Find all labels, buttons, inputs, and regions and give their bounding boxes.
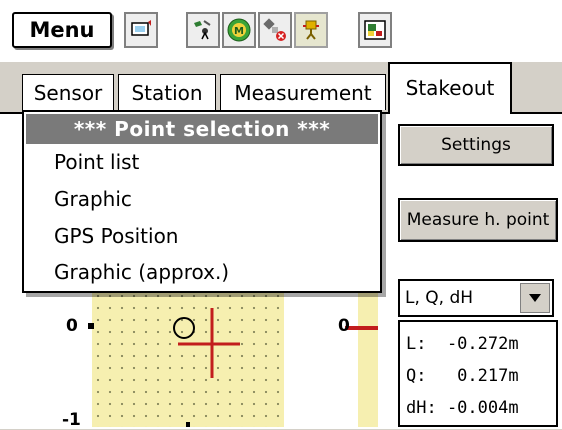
robot-icon[interactable] <box>294 12 328 48</box>
height-axis-label-0: 0 <box>338 316 350 336</box>
measure-h-point-button[interactable]: Measure h. point <box>398 198 558 242</box>
popup-title: *** Point selection *** <box>26 114 378 144</box>
settings-button[interactable]: Settings <box>398 124 554 166</box>
m-circle-icon[interactable]: M <box>222 12 256 48</box>
menu-item-point-list[interactable]: Point list <box>54 150 139 174</box>
point-selection-popup: *** Point selection *** Point list Graph… <box>22 110 382 293</box>
chevron-down-icon[interactable] <box>520 283 550 313</box>
tab-bar: Sensor Station Measurement Stakeout <box>0 62 562 114</box>
target-point-marker <box>173 317 195 339</box>
tab-sensor[interactable]: Sensor <box>22 74 114 110</box>
display-icon[interactable] <box>124 12 158 48</box>
toolbar: Menu M <box>0 0 562 63</box>
map-icon[interactable] <box>358 12 392 48</box>
tab-measurement[interactable]: Measurement <box>220 74 386 110</box>
tab-stakeout[interactable]: Stakeout <box>388 62 512 114</box>
readout-l: L: -0.272m <box>406 334 519 354</box>
svg-text:M: M <box>234 26 244 37</box>
menu-button[interactable]: Menu <box>12 12 112 48</box>
axis-tick-bottom <box>186 422 190 427</box>
readout-dh: dH: -0.004m <box>406 398 519 418</box>
tab-station[interactable]: Station <box>118 74 216 110</box>
satellite-icon[interactable] <box>258 12 292 48</box>
menu-item-graphic[interactable]: Graphic <box>54 187 132 211</box>
axis-label-0: 0 <box>66 316 78 336</box>
mode-select[interactable]: L, Q, dH <box>398 279 554 317</box>
readout-q: Q: 0.217m <box>406 366 519 386</box>
axis-tick-0 <box>88 323 94 329</box>
menu-item-graphic-approx[interactable]: Graphic (approx.) <box>54 260 229 284</box>
stakeout-readout: L: -0.272m Q: 0.217m dH: -0.004m <box>398 320 558 427</box>
mode-select-value: L, Q, dH <box>405 288 474 308</box>
graphic-overlay <box>88 308 378 427</box>
instrument-icon[interactable] <box>186 12 220 48</box>
axis-label-minus-1: -1 <box>62 410 81 430</box>
menu-item-gps-position[interactable]: GPS Position <box>54 224 178 248</box>
